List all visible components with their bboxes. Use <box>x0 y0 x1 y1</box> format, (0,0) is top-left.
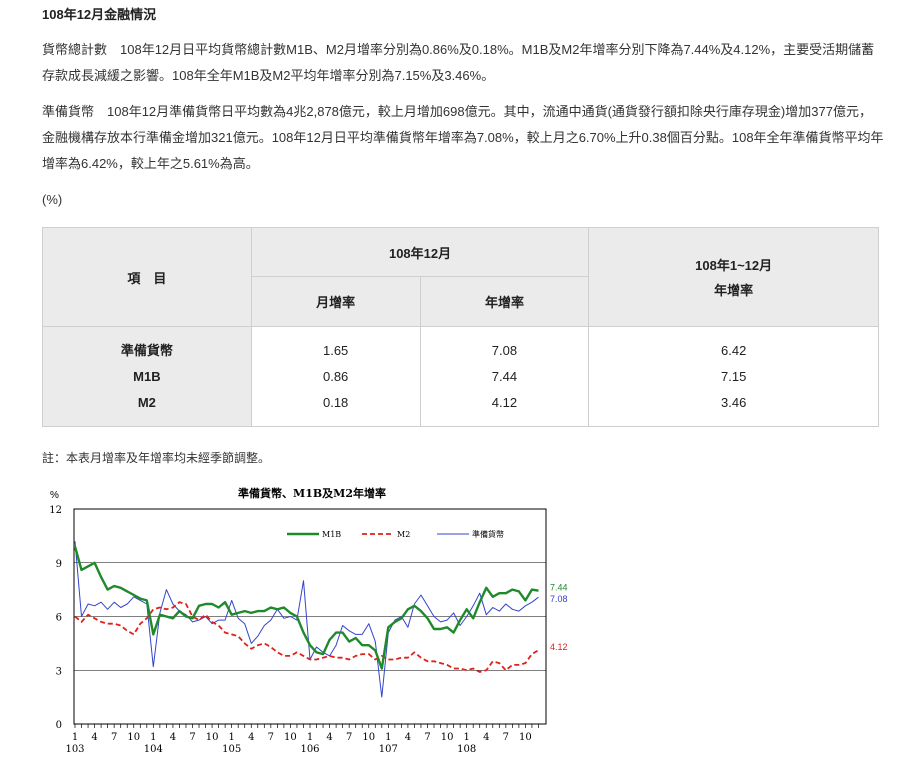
x-tick-label: 10 <box>127 732 140 743</box>
x-tick-label: 1 <box>307 732 313 743</box>
mom-header: 月增率 <box>250 276 421 327</box>
x-year-label: 108 <box>457 744 476 755</box>
x-tick-label: 10 <box>362 732 375 743</box>
x-tick-label: 7 <box>424 732 430 743</box>
annual-value: 7.15 <box>721 368 747 384</box>
year-header-line2: 年增率 <box>714 283 754 298</box>
x-tick-label: 4 <box>405 732 411 743</box>
x-year-label: 103 <box>65 744 84 755</box>
x-year-label: 106 <box>300 744 319 755</box>
x-tick-label: 1 <box>72 732 78 743</box>
money-aggregates-paragraph: 貨幣總計數 108年12月日平均貨幣總計數M1B、M2月增率分別為0.86%及0… <box>42 42 875 83</box>
y-tick-label: 3 <box>56 666 62 677</box>
legend-label-M1B: M1B <box>322 530 341 539</box>
yoy-header: 年增率 <box>419 276 590 327</box>
year-header: 108年1~12月 年增率 <box>588 227 879 327</box>
x-tick-label: 1 <box>385 732 391 743</box>
item-header: 項 目 <box>42 227 252 327</box>
annual-values-cell: 6.42 7.15 3.46 <box>588 326 879 427</box>
yoy-value: 4.12 <box>491 394 518 410</box>
x-tick-label: 7 <box>189 732 195 743</box>
end-label-M1B: 7.44 <box>550 583 568 593</box>
mom-value: 0.18 <box>322 394 349 410</box>
y-axis-label: % <box>50 490 59 501</box>
x-tick-label: 4 <box>91 732 97 743</box>
chart-title: 準備貨幣、M1B及M2年增率 <box>238 486 386 500</box>
row-names-cell: 準備貨幣 M1B M2 <box>42 326 252 427</box>
x-tick-label: 4 <box>248 732 254 743</box>
x-tick-label: 7 <box>346 732 352 743</box>
x-tick-label: 7 <box>111 732 117 743</box>
x-year-label: 107 <box>379 744 398 755</box>
y-tick-label: 0 <box>56 720 62 731</box>
y-tick-label: 6 <box>56 613 62 624</box>
x-tick-label: 4 <box>326 732 332 743</box>
x-tick-label: 10 <box>519 732 532 743</box>
legend-label-M2: M2 <box>397 530 410 539</box>
reserve-money-paragraph: 準備貨幣 108年12月準備貨幣日平均數為4兆2,878億元，較上月增加698億… <box>42 104 884 171</box>
y-tick-label: 9 <box>56 559 62 570</box>
x-tick-label: 7 <box>503 732 509 743</box>
yoy-values-cell: 7.08 7.44 4.12 <box>419 326 590 427</box>
month-header: 108年12月 <box>250 227 590 277</box>
x-year-label: 105 <box>222 744 241 755</box>
y-tick-label: 12 <box>49 505 62 516</box>
x-tick-label: 10 <box>284 732 297 743</box>
year-header-line1: 108年1~12月 <box>695 258 773 273</box>
mom-value: 0.86 <box>322 368 349 384</box>
annual-value: 6.42 <box>721 342 747 358</box>
row-name: 準備貨幣 <box>120 342 173 358</box>
unit-label: (%) <box>42 192 63 207</box>
x-tick-label: 1 <box>150 732 156 743</box>
page-title: 108年12月金融情況 <box>42 7 157 22</box>
table-note: 註：本表月增率及年增率均未經季節調整。 <box>42 451 271 465</box>
end-label-reserve: 7.08 <box>550 594 568 604</box>
yoy-value: 7.08 <box>491 342 518 358</box>
growth-rate-chart: 準備貨幣、M1B及M2年增率 % 03691211034 7 10 11044 7 10 1… <box>49 486 568 755</box>
x-tick-label: 1 <box>228 732 234 743</box>
end-label-M2: 4.12 <box>550 642 568 652</box>
x-tick-label: 10 <box>206 732 219 743</box>
row-name: M1B <box>133 368 161 384</box>
yoy-value: 7.44 <box>491 368 518 384</box>
financial-table: 項 目 108年12月 108年1~12月 年增率 月增率 年增率 準備貨幣 M… <box>42 227 879 427</box>
legend-label-reserve: 準備貨幣 <box>472 529 504 539</box>
x-year-label: 104 <box>144 744 163 755</box>
x-tick-label: 10 <box>441 732 454 743</box>
annual-value: 3.46 <box>721 394 747 410</box>
mom-values-cell: 1.65 0.86 0.18 <box>250 326 421 427</box>
x-tick-label: 7 <box>268 732 274 743</box>
x-tick-label: 4 <box>170 732 176 743</box>
x-tick-label: 1 <box>463 732 469 743</box>
row-name: M2 <box>137 394 156 410</box>
mom-value: 1.65 <box>322 342 349 358</box>
x-tick-label: 4 <box>483 732 489 743</box>
